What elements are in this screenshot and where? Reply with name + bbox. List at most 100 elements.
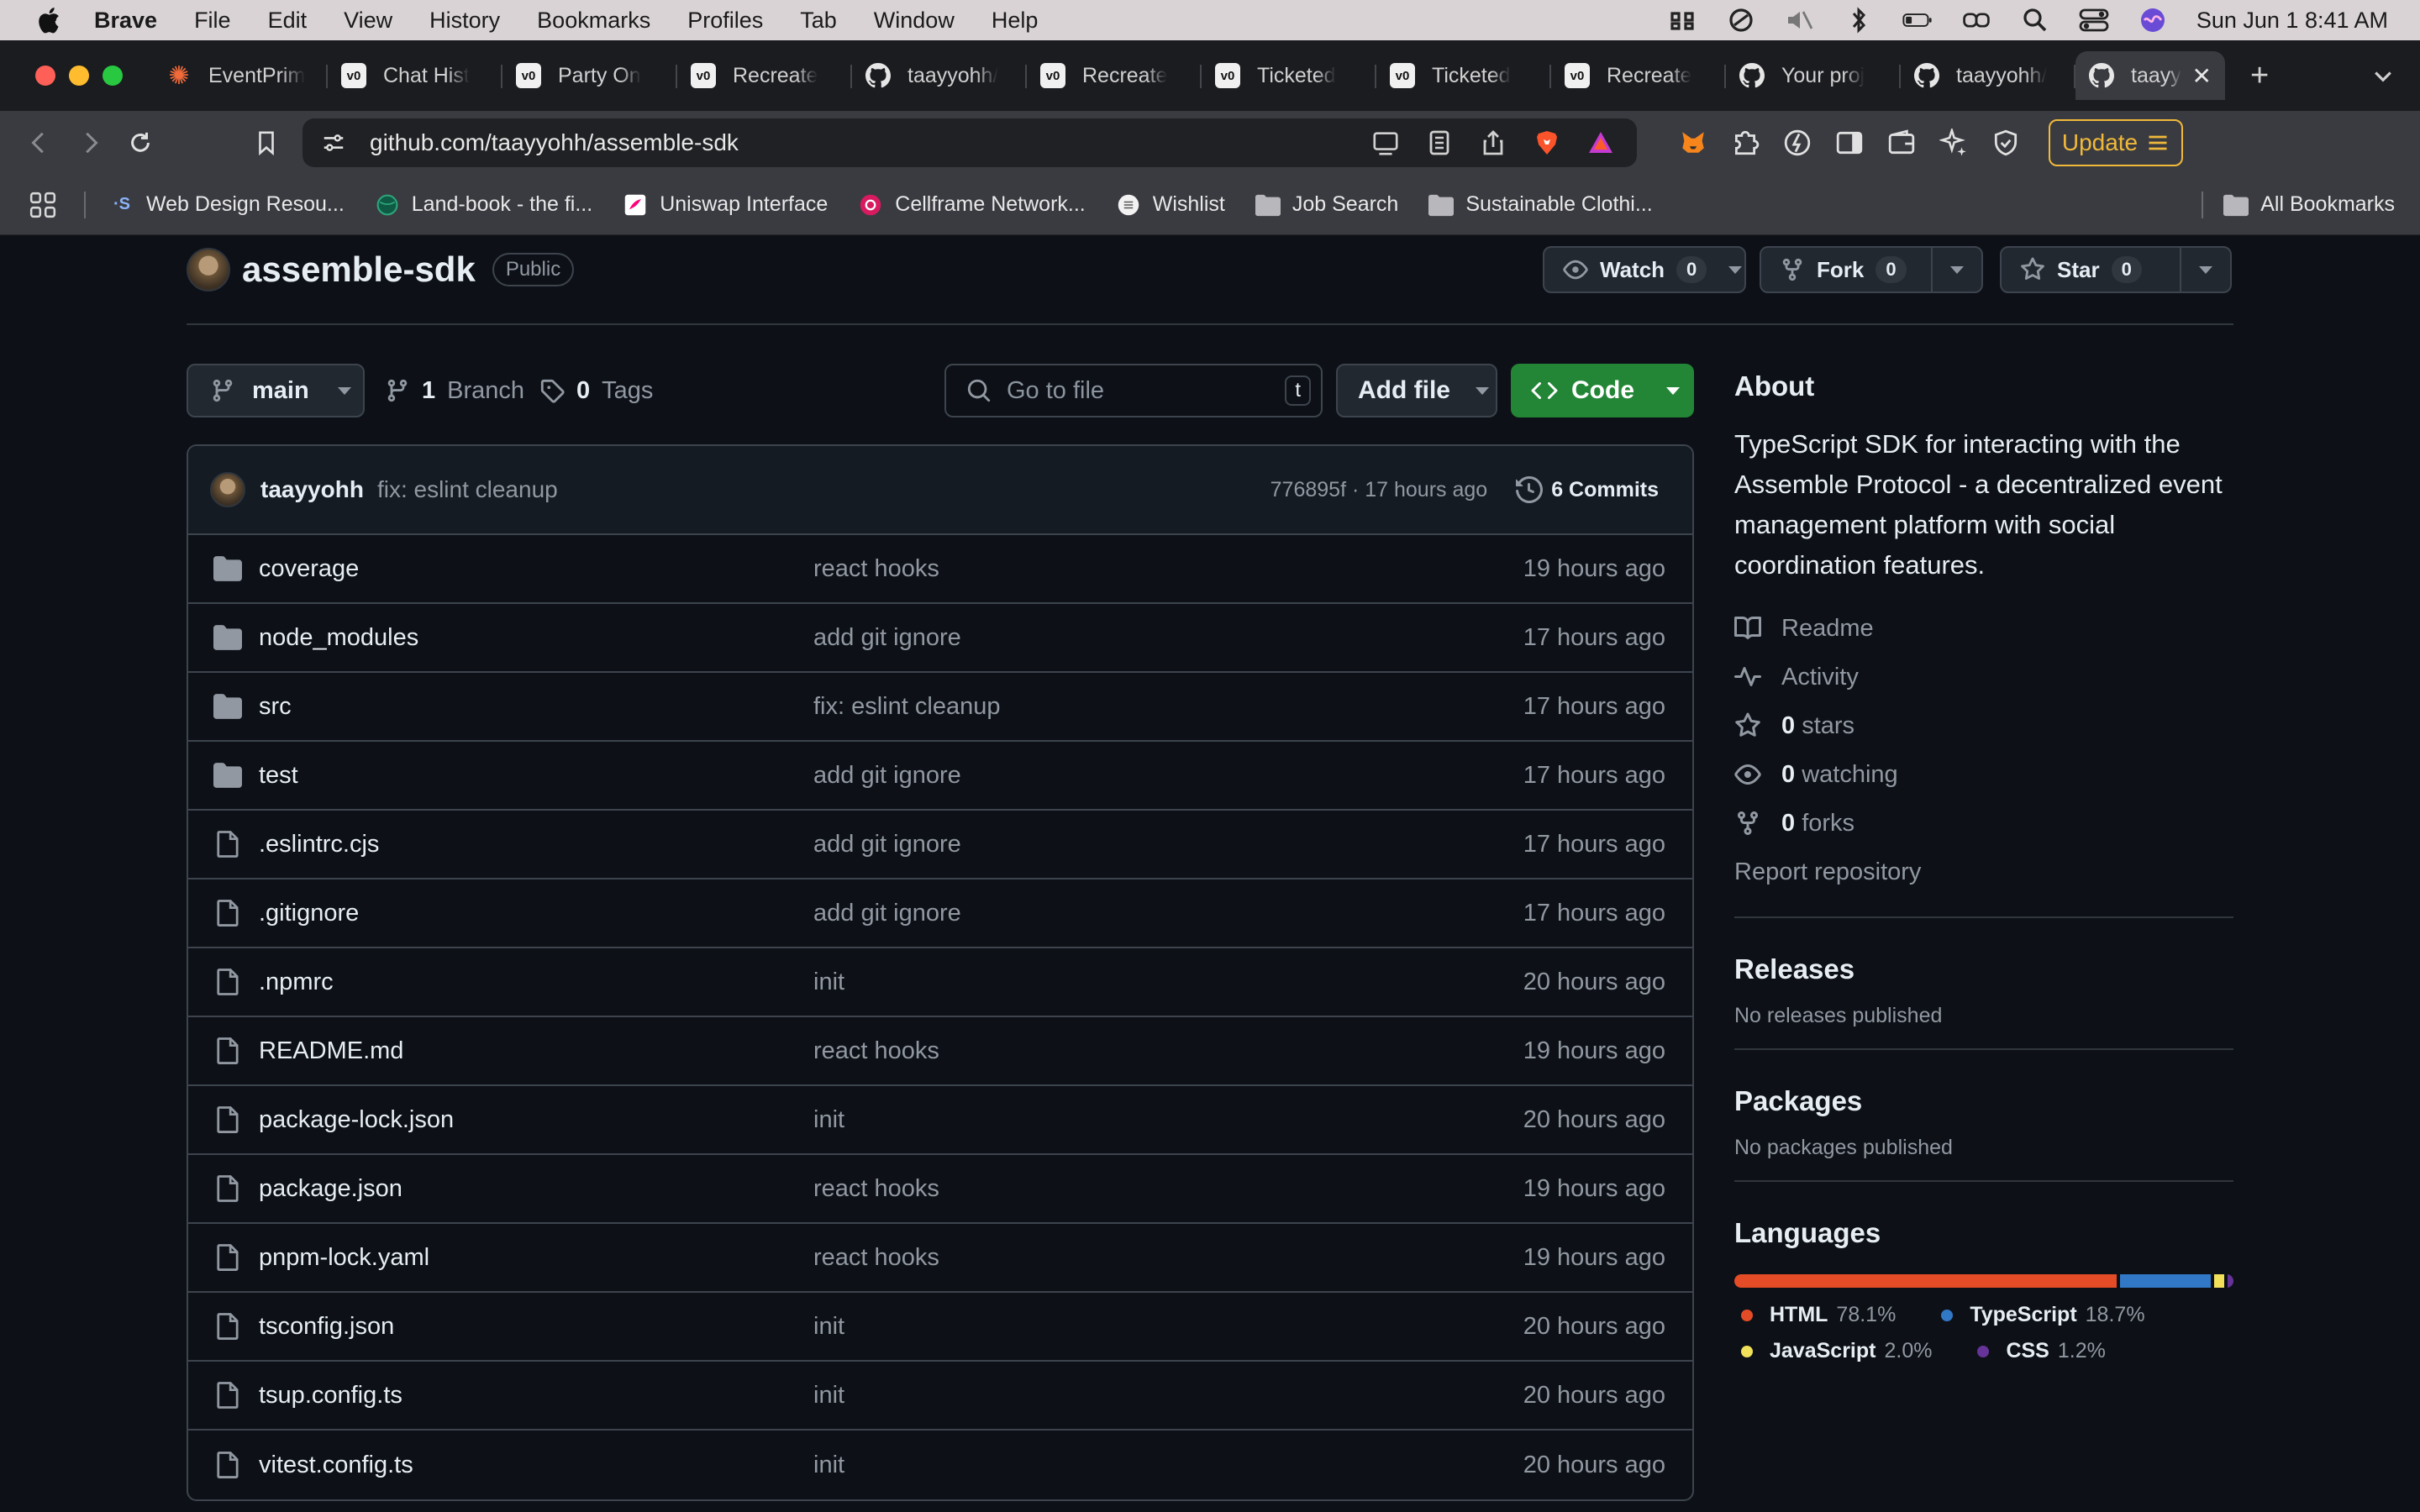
- add-file-button[interactable]: Add file: [1336, 364, 1497, 417]
- bookmark-page-icon[interactable]: [254, 129, 279, 156]
- file-name-link[interactable]: .gitignore: [259, 900, 813, 927]
- address-bar[interactable]: github.com/taayyohh/assemble-sdk: [302, 118, 1637, 167]
- file-commit-message-link[interactable]: add git ignore: [813, 624, 1318, 652]
- file-commit-message-link[interactable]: add git ignore: [813, 831, 1318, 858]
- file-row[interactable]: .npmrc init 20 hours ago: [188, 948, 1692, 1017]
- file-row[interactable]: node_modules add git ignore 17 hours ago: [188, 604, 1692, 673]
- file-name-link[interactable]: package-lock.json: [259, 1106, 813, 1134]
- file-row[interactable]: pnpm-lock.yaml react hooks 19 hours ago: [188, 1224, 1692, 1293]
- bookmark-item[interactable]: Cellframe Network...: [858, 192, 1086, 217]
- tags-link[interactable]: 0 Tags: [539, 367, 653, 414]
- repo-name-link[interactable]: assemble-sdk: [242, 249, 476, 290]
- browser-tab[interactable]: taayyohh/: [852, 51, 1027, 100]
- bookmark-folder[interactable]: Job Search: [1255, 192, 1398, 217]
- star-list-dropdown-button[interactable]: [2180, 248, 2230, 291]
- language-legend-item[interactable]: TypeScript 18.7%: [1934, 1303, 2145, 1327]
- file-name-link[interactable]: package.json: [259, 1175, 813, 1203]
- extensions-puzzle-icon[interactable]: [1731, 129, 1760, 157]
- language-legend-item[interactable]: JavaScript 2.0%: [1734, 1339, 1932, 1363]
- reader-mode-icon[interactable]: [1425, 129, 1454, 156]
- menu-view[interactable]: View: [344, 8, 392, 34]
- watching-link[interactable]: 0 watching: [1734, 750, 2233, 799]
- fork-dropdown-button[interactable]: [1931, 248, 1981, 291]
- browser-tab[interactable]: v0 Ticketed: [1376, 51, 1551, 100]
- file-row[interactable]: vitest.config.ts init 20 hours ago: [188, 1431, 1692, 1499]
- stars-link[interactable]: 0 stars: [1734, 701, 2233, 750]
- file-name-link[interactable]: src: [259, 693, 813, 721]
- menu-tab[interactable]: Tab: [800, 8, 837, 34]
- bookmark-item[interactable]: Uniswap Interface: [623, 192, 828, 217]
- menu-help[interactable]: Help: [992, 8, 1039, 34]
- packages-heading[interactable]: Packages: [1734, 1085, 2233, 1117]
- control-center-icon[interactable]: [2079, 7, 2109, 34]
- site-settings-icon[interactable]: [321, 130, 346, 155]
- file-name-link[interactable]: .eslintrc.cjs: [259, 831, 813, 858]
- commit-message-link[interactable]: fix: eslint cleanup: [377, 476, 558, 503]
- browser-tab[interactable]: taayyohh/: [1901, 51, 2075, 100]
- file-row[interactable]: package.json react hooks 19 hours ago: [188, 1155, 1692, 1224]
- file-row[interactable]: README.md react hooks 19 hours ago: [188, 1017, 1692, 1086]
- battery-icon[interactable]: [1902, 7, 1933, 34]
- file-commit-message-link[interactable]: add git ignore: [813, 900, 1318, 927]
- file-row[interactable]: src fix: eslint cleanup 17 hours ago: [188, 673, 1692, 742]
- browser-tab[interactable]: v0 Recreate: [1551, 51, 1726, 100]
- file-row[interactable]: coverage react hooks 19 hours ago: [188, 535, 1692, 604]
- menu-app-name[interactable]: Brave: [94, 8, 157, 34]
- file-commit-message-link[interactable]: init: [813, 1452, 1318, 1479]
- star-button[interactable]: Star 0: [2002, 248, 2160, 291]
- file-name-link[interactable]: pnpm-lock.yaml: [259, 1244, 813, 1272]
- sidebar-toggle-icon[interactable]: [1835, 129, 1864, 157]
- vpn-shield-icon[interactable]: [1991, 129, 2020, 157]
- apps-grid-icon[interactable]: [29, 191, 57, 219]
- watch-button[interactable]: Watch 0: [1544, 248, 1725, 291]
- file-commit-message-link[interactable]: react hooks: [813, 1037, 1318, 1065]
- spotlight-search-icon[interactable]: [2020, 7, 2050, 34]
- brave-rewards-icon[interactable]: [1586, 129, 1615, 156]
- file-row[interactable]: .gitignore add git ignore 17 hours ago: [188, 879, 1692, 948]
- browser-tab[interactable]: ✺ EventPrim: [153, 51, 328, 100]
- file-name-link[interactable]: README.md: [259, 1037, 813, 1065]
- creative-cloud-icon[interactable]: [1726, 7, 1756, 34]
- language-legend-item[interactable]: HTML 78.1%: [1734, 1303, 1896, 1327]
- fork-button[interactable]: Fork 0: [1761, 248, 1925, 291]
- browser-tab[interactable]: v0 Recreate: [677, 51, 852, 100]
- code-button[interactable]: Code: [1511, 364, 1694, 417]
- browser-tab[interactable]: v0 Chat Hist: [328, 51, 502, 100]
- commit-author-avatar[interactable]: [210, 472, 245, 507]
- file-name-link[interactable]: coverage: [259, 555, 813, 583]
- forward-arrow-icon[interactable]: [77, 130, 103, 155]
- wallet-icon[interactable]: [1887, 129, 1916, 157]
- menubar-clock[interactable]: Sun Jun 1 8:41 AM: [2196, 8, 2388, 34]
- bookmark-item[interactable]: ·S Web Design Resou...: [109, 192, 345, 217]
- menu-file[interactable]: File: [194, 8, 231, 34]
- readme-link[interactable]: Readme: [1734, 604, 2233, 653]
- muted-icon[interactable]: [1785, 7, 1815, 34]
- file-row[interactable]: tsconfig.json init 20 hours ago: [188, 1293, 1692, 1362]
- file-commit-message-link[interactable]: init: [813, 1106, 1318, 1134]
- forks-link[interactable]: 0 forks: [1734, 799, 2233, 848]
- browser-tab-active[interactable]: taayy ✕: [2075, 51, 2225, 100]
- releases-heading[interactable]: Releases: [1734, 953, 2233, 985]
- tab-search-chevron-icon[interactable]: [2371, 64, 2395, 87]
- cast-icon[interactable]: [1371, 129, 1400, 156]
- owner-avatar[interactable]: [187, 248, 230, 291]
- siri-icon[interactable]: [2138, 7, 2168, 34]
- commits-history-link[interactable]: 6 Commits: [1516, 476, 1659, 503]
- back-arrow-icon[interactable]: [27, 130, 52, 155]
- bookmark-item[interactable]: Land-book - the fi...: [375, 192, 592, 217]
- bluetooth-icon[interactable]: [1844, 7, 1874, 34]
- branch-selector-button[interactable]: main: [187, 364, 365, 417]
- new-tab-plus-icon[interactable]: +: [2250, 58, 2269, 94]
- file-commit-message-link[interactable]: react hooks: [813, 1244, 1318, 1272]
- file-name-link[interactable]: test: [259, 762, 813, 790]
- bookmark-folder[interactable]: Sustainable Clothi...: [1428, 192, 1653, 217]
- file-commit-message-link[interactable]: add git ignore: [813, 762, 1318, 790]
- file-commit-message-link[interactable]: init: [813, 969, 1318, 996]
- file-row[interactable]: test add git ignore 17 hours ago: [188, 742, 1692, 811]
- file-commit-message-link[interactable]: fix: eslint cleanup: [813, 693, 1318, 721]
- screen-mirroring-icon[interactable]: [1961, 7, 1991, 34]
- file-name-link[interactable]: node_modules: [259, 624, 813, 652]
- apple-menu-icon[interactable]: [37, 7, 60, 34]
- all-bookmarks-folder[interactable]: All Bookmarks: [2223, 192, 2395, 217]
- minimize-window-button[interactable]: [69, 66, 89, 86]
